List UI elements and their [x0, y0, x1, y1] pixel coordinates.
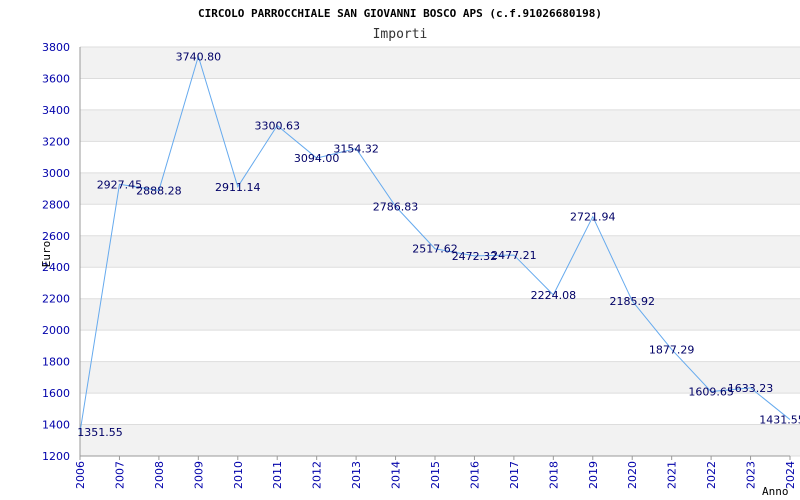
- x-tick-label: 2017: [508, 461, 521, 489]
- y-tick-label: 3800: [42, 41, 70, 54]
- data-label: 1877.29: [649, 343, 695, 356]
- data-label: 3154.32: [333, 143, 379, 156]
- data-label: 1633.23: [728, 382, 774, 395]
- x-tick-label: 2010: [232, 461, 245, 489]
- data-label: 2786.83: [373, 200, 419, 213]
- y-tick-label: 1600: [42, 387, 70, 400]
- y-tick-label: 2800: [42, 198, 70, 211]
- chart: CIRCOLO PARROCCHIALE SAN GIOVANNI BOSCO …: [40, 7, 800, 498]
- x-tick-label: 2007: [113, 461, 126, 489]
- x-tick-label: 2022: [705, 461, 718, 489]
- grid-band: [80, 109, 800, 142]
- x-tick-label: 2020: [626, 461, 639, 489]
- chart-title: CIRCOLO PARROCCHIALE SAN GIOVANNI BOSCO …: [198, 7, 602, 20]
- x-tick-label: 2015: [429, 461, 442, 489]
- y-tick-label: 1800: [42, 356, 70, 369]
- x-tick-label: 2009: [192, 461, 205, 489]
- x-tick-label: 2014: [390, 461, 403, 489]
- x-tick-label: 2011: [271, 461, 284, 489]
- grid-band: [80, 424, 800, 456]
- x-tick-label: 2012: [311, 461, 324, 489]
- y-tick-label: 3000: [42, 167, 70, 180]
- chart-subtitle: Importi: [373, 27, 428, 42]
- y-tick-label: 3600: [42, 72, 70, 85]
- data-label: 2185.92: [609, 295, 655, 308]
- grid-band: [80, 298, 800, 331]
- data-label: 2477.21: [491, 249, 537, 262]
- y-tick-label: 3200: [42, 135, 70, 148]
- x-tick-label: 2018: [547, 461, 560, 489]
- x-tick-label: 2006: [74, 461, 87, 489]
- x-tick-label: 2008: [153, 461, 166, 489]
- data-label: 3740.80: [176, 50, 222, 63]
- y-tick-label: 2200: [42, 293, 70, 306]
- data-label: 2224.08: [531, 289, 577, 302]
- x-axis-ticks: 2006 2007 2008 2009 2010 2011 2012 2013 2014 2015…: [74, 456, 797, 489]
- y-tick-label: 2000: [42, 324, 70, 337]
- y-axis-label: Euro: [40, 241, 53, 268]
- y-tick-label: 3400: [42, 104, 70, 117]
- y-tick-label: 1200: [42, 450, 70, 463]
- grid-band: [80, 172, 800, 205]
- data-label: 1351.55: [77, 426, 123, 439]
- x-tick-label: 2021: [666, 461, 679, 489]
- x-tick-label: 2023: [745, 461, 758, 489]
- x-axis-label: Anno: [762, 485, 789, 498]
- data-label: 1431.55: [759, 414, 800, 427]
- data-label: 2721.94: [570, 211, 616, 224]
- y-tick-label: 1400: [42, 419, 70, 432]
- x-tick-label: 2013: [350, 461, 363, 489]
- x-tick-label: 2019: [587, 461, 600, 489]
- x-tick-label: 2016: [468, 461, 481, 489]
- data-label: 2911.14: [215, 181, 261, 194]
- data-label: 2888.28: [136, 184, 182, 197]
- data-label: 3300.63: [254, 120, 300, 133]
